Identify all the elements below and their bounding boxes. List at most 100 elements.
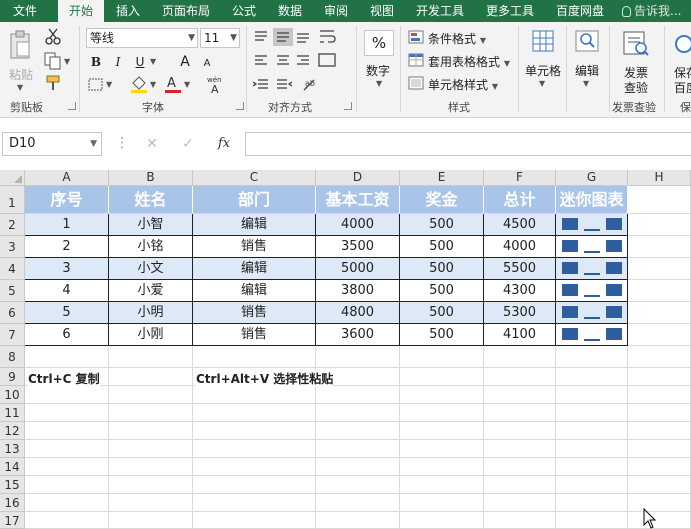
cell-h11[interactable] — [628, 404, 691, 422]
cell-h14[interactable] — [628, 458, 691, 476]
column-header-g[interactable]: G — [556, 170, 628, 186]
cell-h8[interactable] — [628, 346, 691, 368]
cell-b9[interactable] — [109, 368, 193, 386]
cell-g9[interactable] — [556, 368, 628, 386]
table-cell[interactable]: 500 — [400, 236, 484, 258]
cell-e13[interactable] — [400, 440, 484, 458]
row-header-3[interactable]: 3 — [0, 236, 25, 258]
row-header-10[interactable]: 10 — [0, 386, 25, 404]
grow-font-button[interactable]: A — [175, 52, 195, 72]
cell-b14[interactable] — [109, 458, 193, 476]
cell-c8[interactable] — [193, 346, 316, 368]
table-cell[interactable]: 5 — [25, 302, 109, 324]
table-cell[interactable]: 500 — [400, 214, 484, 236]
table-cell[interactable]: 4 — [25, 280, 109, 302]
table-header-cell[interactable]: 序号 — [25, 186, 109, 214]
row-header-14[interactable]: 14 — [0, 458, 25, 476]
table-cell[interactable]: 2 — [25, 236, 109, 258]
cell-h2[interactable] — [628, 214, 691, 236]
cell-f11[interactable] — [484, 404, 556, 422]
table-cell[interactable]: 4300 — [484, 280, 556, 302]
tab-review[interactable]: 审阅 — [316, 0, 356, 22]
tab-view[interactable]: 视图 — [362, 0, 402, 22]
cell-d16[interactable] — [316, 494, 400, 512]
cell-e11[interactable] — [400, 404, 484, 422]
table-cell[interactable]: 5500 — [484, 258, 556, 280]
column-header-f[interactable]: F — [484, 170, 556, 186]
cell-g15[interactable] — [556, 476, 628, 494]
cell-d12[interactable] — [316, 422, 400, 440]
font-size-combo[interactable]: 11 ▼ — [200, 28, 240, 48]
row-header-17[interactable]: 17 — [0, 512, 25, 529]
table-cell[interactable]: 4500 — [484, 214, 556, 236]
table-header-cell[interactable]: 奖金 — [400, 186, 484, 214]
cell-h4[interactable] — [628, 258, 691, 280]
table-cell[interactable]: 小刚 — [109, 324, 193, 346]
cell-g8[interactable] — [556, 346, 628, 368]
conditional-format-button[interactable]: 条件格式 ▼ — [428, 30, 486, 47]
indent-orientation-icons[interactable]: ab — [252, 76, 342, 94]
tab-developer[interactable]: 开发工具 — [408, 0, 472, 22]
column-header-c[interactable]: C — [193, 170, 316, 186]
table-cell[interactable]: 4000 — [316, 214, 400, 236]
cell-b17[interactable] — [109, 512, 193, 529]
column-header-a[interactable]: A — [25, 170, 109, 186]
tab-insert[interactable]: 插入 — [108, 0, 148, 22]
tell-me-box[interactable]: 告诉我... — [622, 0, 681, 22]
cell-f12[interactable] — [484, 422, 556, 440]
cell-c14[interactable] — [193, 458, 316, 476]
table-header-cell[interactable]: 迷你图表 — [556, 186, 628, 214]
cell-g14[interactable] — [556, 458, 628, 476]
table-format-button[interactable]: 套用表格格式 ▼ — [428, 53, 510, 70]
font-launcher-icon[interactable] — [236, 102, 244, 110]
table-cell[interactable]: 销售 — [193, 302, 316, 324]
table-cell[interactable]: 1 — [25, 214, 109, 236]
table-cell[interactable]: 小爱 — [109, 280, 193, 302]
row-header-16[interactable]: 16 — [0, 494, 25, 512]
italic-button[interactable]: I — [108, 52, 128, 72]
save-baidu-button[interactable]: 保存 百度 — [668, 30, 691, 94]
sparkline-cell[interactable] — [556, 324, 628, 346]
table-cell[interactable]: 编辑 — [193, 280, 316, 302]
cell-d8[interactable] — [316, 346, 400, 368]
table-cell[interactable]: 3800 — [316, 280, 400, 302]
cell-h16[interactable] — [628, 494, 691, 512]
table-cell[interactable]: 500 — [400, 258, 484, 280]
copy-icon[interactable] — [44, 52, 62, 70]
cell-h12[interactable] — [628, 422, 691, 440]
cell-b15[interactable] — [109, 476, 193, 494]
table-cell[interactable]: 小智 — [109, 214, 193, 236]
cell-h7[interactable] — [628, 324, 691, 346]
font-name-combo[interactable]: 等线 ▼ — [86, 28, 198, 48]
column-header-d[interactable]: D — [316, 170, 400, 186]
column-header-e[interactable]: E — [400, 170, 484, 186]
tab-formulas[interactable]: 公式 — [224, 0, 264, 22]
table-header-cell[interactable]: 部门 — [193, 186, 316, 214]
cell-c16[interactable] — [193, 494, 316, 512]
cell-c17[interactable] — [193, 512, 316, 529]
table-cell[interactable]: 500 — [400, 280, 484, 302]
cell-a8[interactable] — [25, 346, 109, 368]
cell-c10[interactable] — [193, 386, 316, 404]
cell-d15[interactable] — [316, 476, 400, 494]
cell-g17[interactable] — [556, 512, 628, 529]
cells-button[interactable]: 单元格 ▼ — [522, 30, 564, 94]
cell-h17[interactable] — [628, 512, 691, 529]
tab-page-layout[interactable]: 页面布局 — [154, 0, 218, 22]
number-format-button[interactable]: % — [364, 30, 394, 56]
cell-d13[interactable] — [316, 440, 400, 458]
clipboard-launcher-icon[interactable] — [68, 102, 76, 110]
cell-g16[interactable] — [556, 494, 628, 512]
table-header-cell[interactable]: 总计 — [484, 186, 556, 214]
cell-d10[interactable] — [316, 386, 400, 404]
cell-styles-button[interactable]: 单元格样式 ▼ — [428, 76, 498, 93]
cell-e8[interactable] — [400, 346, 484, 368]
alignment-launcher-icon[interactable] — [344, 102, 352, 110]
table-cell[interactable]: 5300 — [484, 302, 556, 324]
row-header-6[interactable]: 6 — [0, 302, 25, 324]
table-cell[interactable]: 3600 — [316, 324, 400, 346]
cell-c13[interactable] — [193, 440, 316, 458]
row-header-11[interactable]: 11 — [0, 404, 25, 422]
paste-button[interactable]: 粘贴 ▼ — [6, 28, 36, 94]
shrink-font-button[interactable]: A — [197, 54, 217, 74]
